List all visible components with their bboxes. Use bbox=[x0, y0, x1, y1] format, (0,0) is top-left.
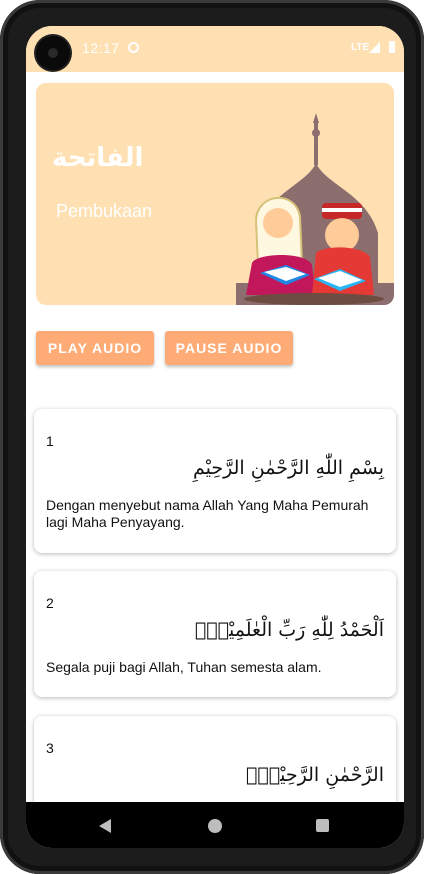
home-icon[interactable] bbox=[208, 819, 222, 833]
recents-icon[interactable] bbox=[316, 819, 329, 832]
ayah-number: 2 bbox=[46, 595, 54, 611]
status-bar: 12:17 LTE bbox=[26, 26, 404, 72]
ayah-arabic-text: بِسْمِ اللّٰهِ الرَّحْمٰنِ الرَّحِيْمِ bbox=[193, 457, 384, 479]
navigation-bar bbox=[26, 802, 404, 848]
surah-header-banner: الفاتحة Pembukaan bbox=[36, 83, 394, 305]
back-icon[interactable] bbox=[99, 819, 111, 833]
surah-latin-title: Pembukaan bbox=[56, 201, 153, 221]
ayah-card[interactable]: 3 الرَّحْمٰنِ الرَّحِيْمِۙ bbox=[34, 716, 396, 802]
ayah-number: 1 bbox=[46, 433, 54, 449]
ayah-translation: Dengan menyebut nama Allah Yang Maha Pem… bbox=[46, 497, 369, 530]
ayah-translation: Segala puji bagi Allah, Tuhan semesta al… bbox=[46, 659, 322, 675]
main-content[interactable]: الفاتحة Pembukaan PLAY AUDIO PAUSE AUDIO… bbox=[26, 72, 404, 802]
app-notification-icon bbox=[128, 42, 139, 53]
ayah-number: 3 bbox=[46, 740, 54, 756]
ayah-card[interactable]: 1 بِسْمِ اللّٰهِ الرَّحْمٰنِ الرَّحِيْمِ… bbox=[34, 409, 396, 553]
surah-arabic-title: الفاتحة bbox=[52, 143, 144, 173]
rug bbox=[244, 293, 384, 305]
boy-face bbox=[325, 218, 359, 252]
mosque-spire-tip bbox=[313, 113, 319, 123]
screen: 12:17 LTE الفاتحة Pembukaan PLAY AUDIO P… bbox=[26, 26, 404, 848]
camera-icon bbox=[36, 36, 70, 70]
children-reading-quran-illustration bbox=[236, 113, 394, 305]
mosque-spire-ball bbox=[312, 129, 320, 137]
phone-frame: 12:17 LTE الفاتحة Pembukaan PLAY AUDIO P… bbox=[0, 0, 424, 874]
battery-icon bbox=[389, 41, 395, 53]
play-audio-button[interactable]: PLAY AUDIO bbox=[36, 331, 154, 365]
mosque-spire bbox=[314, 119, 318, 165]
network-type: LTE bbox=[351, 42, 370, 53]
pause-audio-button[interactable]: PAUSE AUDIO bbox=[165, 331, 293, 365]
ayah-arabic-text: اَلْحَمْدُ لِلّٰهِ رَبِّ الْعٰلَمِيْنَۙ bbox=[194, 619, 384, 641]
girl-face bbox=[263, 208, 293, 238]
boy-cap-band bbox=[322, 208, 362, 212]
ayah-card[interactable]: 2 اَلْحَمْدُ لِلّٰهِ رَبِّ الْعٰلَمِيْنَ… bbox=[34, 571, 396, 697]
status-time: 12:17 bbox=[82, 40, 120, 56]
ayah-arabic-text: الرَّحْمٰنِ الرَّحِيْمِۙ bbox=[245, 764, 384, 786]
signal-icon bbox=[369, 42, 380, 53]
